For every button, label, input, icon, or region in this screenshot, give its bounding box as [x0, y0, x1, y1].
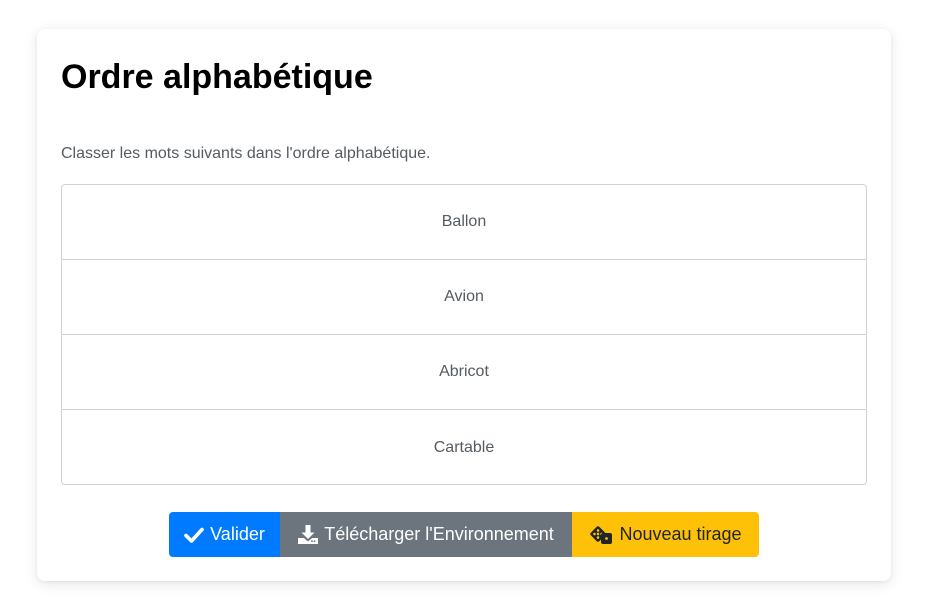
dice-icon	[589, 525, 613, 545]
word-label: Cartable	[433, 438, 495, 456]
word-item-avion[interactable]: Avion	[62, 260, 866, 335]
word-label: Abricot	[439, 363, 489, 380]
download-label: Télécharger l'Environnement	[324, 524, 554, 544]
word-item-cartable[interactable]: Cartable	[62, 410, 866, 484]
check-icon	[184, 527, 204, 543]
word-label: Avion	[444, 288, 484, 305]
page-title: Ordre alphabétique	[61, 58, 373, 96]
sortable-word-list: Ballon Avion Abricot Cartable	[61, 184, 867, 485]
action-button-group: Valider Télécharger l'Environnement Nouv…	[169, 512, 759, 557]
word-label: Ballon	[441, 213, 487, 230]
download-icon	[298, 525, 319, 544]
new-draw-label: Nouveau tirage	[619, 524, 742, 544]
exercise-card: Ordre alphabétique Classer les mots suiv…	[37, 29, 891, 581]
validate-label: Valider	[210, 524, 265, 544]
instruction-text: Classer les mots suivants dans l'ordre a…	[61, 145, 431, 162]
new-draw-button[interactable]: Nouveau tirage	[572, 512, 759, 557]
validate-button[interactable]: Valider	[169, 512, 280, 557]
word-item-abricot[interactable]: Abricot	[62, 335, 866, 410]
word-item-ballon[interactable]: Ballon	[62, 185, 866, 260]
download-environment-button[interactable]: Télécharger l'Environnement	[280, 512, 572, 557]
